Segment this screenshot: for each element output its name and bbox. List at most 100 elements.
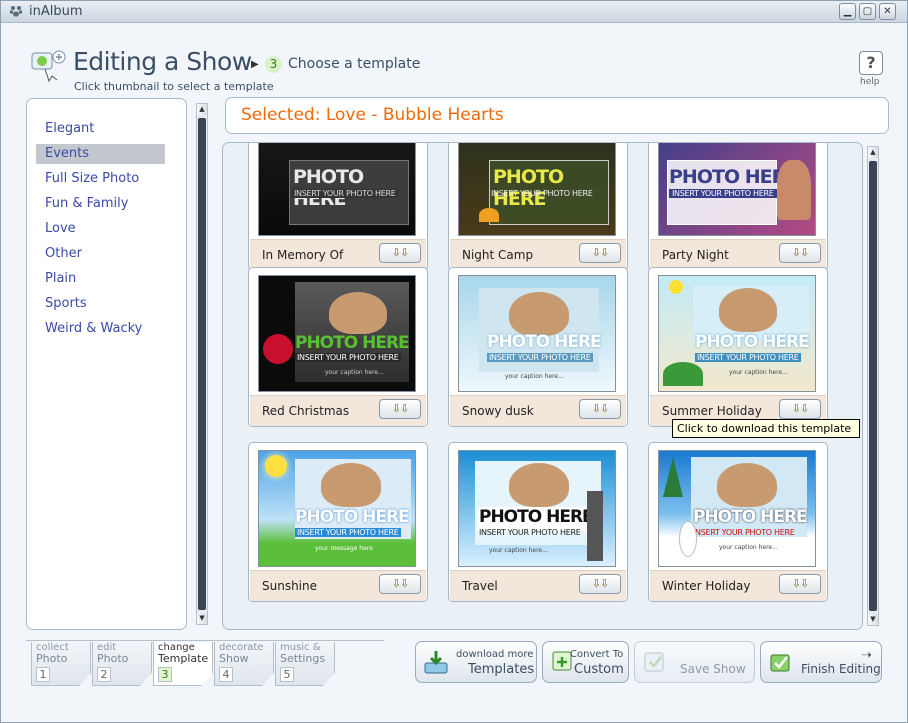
template-card[interactable]: PHOTO HERE INSERT YOUR PHOTO HERE your c… bbox=[648, 442, 828, 602]
tab-line2: Template bbox=[158, 652, 209, 665]
template-card[interactable]: PHOTO HERE INSERT YOUR PHOTO HERE your c… bbox=[448, 267, 628, 427]
category-weird-wacky[interactable]: Weird & Wacky bbox=[36, 319, 165, 339]
template-name: Sunshine bbox=[262, 579, 318, 593]
category-scrollbar[interactable]: ▲ ▼ bbox=[196, 103, 208, 625]
tab-edit-photo[interactable]: edit Photo 2 bbox=[92, 642, 152, 686]
template-thumbnail[interactable]: PHOTO HERE INSERT YOUR PHOTO HERE your c… bbox=[458, 275, 616, 392]
category-elegant[interactable]: Elegant bbox=[36, 119, 165, 139]
download-template-button[interactable]: ⇩⇩ bbox=[379, 243, 421, 263]
template-name: Summer Holiday bbox=[662, 404, 762, 418]
download-template-button[interactable]: ⇩⇩ bbox=[779, 243, 821, 263]
finish-editing-button[interactable]: Finish Editing ➝ bbox=[760, 641, 882, 683]
help-label: help bbox=[860, 77, 880, 87]
template-thumbnail[interactable]: PHOTO HERE INSERT YOUR PHOTO HERE bbox=[258, 143, 416, 236]
category-fun-family[interactable]: Fun & Family bbox=[36, 194, 165, 214]
scroll-up-icon[interactable]: ▲ bbox=[868, 147, 878, 158]
maximize-button[interactable]: ▢ bbox=[859, 3, 876, 20]
category-sports[interactable]: Sports bbox=[36, 294, 165, 314]
template-card[interactable]: PHOTO HERE INSERT YOUR PHOTO HERE your m… bbox=[248, 442, 428, 602]
template-card[interactable]: PHOTO HERE INSERT YOUR PHOTO HERE your c… bbox=[648, 267, 828, 427]
convert-to-custom-button[interactable]: Convert To Custom bbox=[542, 641, 629, 683]
download-template-button[interactable]: ⇩⇩ bbox=[779, 399, 821, 419]
download-more-templates-button[interactable]: download more Templates bbox=[415, 641, 537, 683]
scroll-up-icon[interactable]: ▲ bbox=[197, 104, 207, 115]
app-window: inAlbum ▁ ▢ ✕ Editing a Show ▶ 3 Choose … bbox=[0, 0, 908, 723]
template-card[interactable]: PHOTO HERE INSERT YOUR PHOTO HERE Night … bbox=[448, 143, 628, 271]
download-template-button[interactable]: ⇩⇩ bbox=[579, 243, 621, 263]
template-name: Travel bbox=[462, 579, 498, 593]
tab-number: 3 bbox=[158, 667, 172, 682]
template-thumbnail[interactable]: PHOTO HERE INSERT YOUR PHOTO HERE bbox=[458, 143, 616, 236]
template-name: Night Camp bbox=[462, 248, 534, 262]
selected-template-text: Selected: Love - Bubble Hearts bbox=[241, 105, 504, 125]
template-thumbnail[interactable]: PHOTO HERE INSERT YOUR PHOTO HERE bbox=[658, 143, 816, 236]
help-button[interactable]: ? bbox=[859, 51, 883, 75]
scrollbar-thumb[interactable] bbox=[198, 118, 206, 610]
template-thumbnail[interactable]: PHOTO HERE INSERT YOUR PHOTO HERE your c… bbox=[258, 275, 416, 392]
template-card[interactable]: PHOTO HERE INSERT YOUR PHOTO HERE your c… bbox=[248, 267, 428, 427]
tabs-divider bbox=[26, 640, 384, 641]
template-name: Red Christmas bbox=[262, 404, 350, 418]
button-line2: Custom bbox=[574, 662, 624, 677]
breadcrumb-arrow-icon: ▶ bbox=[251, 59, 259, 70]
instructions: Click thumbnail to select a template bbox=[74, 80, 274, 93]
title-bar: inAlbum ▁ ▢ ✕ bbox=[1, 1, 907, 23]
tab-decorate-show[interactable]: decorate Show 4 bbox=[214, 642, 274, 686]
template-grid: PHOTO HERE INSERT YOUR PHOTO HERE In Mem… bbox=[222, 142, 863, 630]
window-title: inAlbum bbox=[29, 4, 83, 19]
save-show-button[interactable]: Save Show bbox=[634, 641, 755, 683]
template-card[interactable]: PHOTO HERE INSERT YOUR PHOTO HERE Party … bbox=[648, 143, 828, 271]
template-name: Party Night bbox=[662, 248, 729, 262]
template-card[interactable]: PHOTO HERE INSERT YOUR PHOTO HERE your c… bbox=[448, 442, 628, 602]
tab-number: 4 bbox=[219, 667, 233, 682]
scroll-down-icon[interactable]: ▼ bbox=[868, 614, 878, 625]
tab-collect-photo[interactable]: collect Photo 1 bbox=[31, 642, 91, 686]
category-other[interactable]: Other bbox=[36, 244, 165, 264]
download-tooltip: Click to download this template bbox=[672, 419, 860, 438]
tab-number: 1 bbox=[36, 667, 50, 682]
button-line2: Templates bbox=[468, 662, 535, 677]
category-plain[interactable]: Plain bbox=[36, 269, 165, 289]
template-thumbnail[interactable]: PHOTO HERE INSERT YOUR PHOTO HERE your c… bbox=[658, 450, 816, 567]
arrow-right-icon: ➝ bbox=[861, 648, 872, 663]
button-label: Finish Editing bbox=[801, 662, 881, 676]
download-icon bbox=[424, 651, 448, 674]
template-card[interactable]: PHOTO HERE INSERT YOUR PHOTO HERE In Mem… bbox=[248, 143, 428, 271]
tab-number: 5 bbox=[280, 667, 294, 682]
step-number-badge: 3 bbox=[265, 56, 282, 73]
download-template-button[interactable]: ⇩⇩ bbox=[579, 399, 621, 419]
download-template-button[interactable]: ⇩⇩ bbox=[579, 574, 621, 594]
download-template-button[interactable]: ⇩⇩ bbox=[379, 574, 421, 594]
category-events[interactable]: Events bbox=[36, 144, 165, 164]
tab-line2: Photo bbox=[36, 652, 68, 665]
tab-music-settings[interactable]: music & Settings 5 bbox=[275, 642, 335, 686]
tab-line2: Photo bbox=[97, 652, 129, 665]
category-list: Elegant Events Full Size Photo Fun & Fam… bbox=[26, 98, 187, 630]
selected-template-banner: Selected: Love - Bubble Hearts bbox=[225, 97, 889, 134]
slideshow-icon bbox=[31, 50, 66, 83]
close-button[interactable]: ✕ bbox=[879, 3, 896, 20]
template-name: Winter Holiday bbox=[662, 579, 751, 593]
template-thumbnail[interactable]: PHOTO HERE INSERT YOUR PHOTO HERE your c… bbox=[658, 275, 816, 392]
save-icon bbox=[644, 652, 664, 672]
tab-change-template[interactable]: change Template 3 bbox=[153, 642, 213, 686]
finish-icon bbox=[770, 654, 790, 672]
button-line1: Convert To bbox=[570, 649, 624, 660]
scrollbar-thumb[interactable] bbox=[869, 161, 877, 611]
scroll-down-icon[interactable]: ▼ bbox=[197, 613, 207, 624]
button-label: Save Show bbox=[680, 662, 746, 676]
category-love[interactable]: Love bbox=[36, 219, 165, 239]
paw-logo-icon bbox=[9, 6, 23, 17]
category-full-size-photo[interactable]: Full Size Photo bbox=[36, 169, 165, 189]
template-name: In Memory Of bbox=[262, 248, 344, 262]
button-line1: download more bbox=[456, 649, 534, 660]
download-template-button[interactable]: ⇩⇩ bbox=[779, 574, 821, 594]
template-scrollbar[interactable]: ▲ ▼ bbox=[867, 146, 879, 626]
tab-line2: Settings bbox=[280, 652, 326, 665]
template-thumbnail[interactable]: PHOTO HERE INSERT YOUR PHOTO HERE your c… bbox=[458, 450, 616, 567]
minimize-button[interactable]: ▁ bbox=[839, 3, 856, 20]
download-template-button[interactable]: ⇩⇩ bbox=[379, 399, 421, 419]
tab-line2: Show bbox=[219, 652, 249, 665]
template-thumbnail[interactable]: PHOTO HERE INSERT YOUR PHOTO HERE your m… bbox=[258, 450, 416, 567]
page-title: Editing a Show bbox=[73, 47, 252, 76]
